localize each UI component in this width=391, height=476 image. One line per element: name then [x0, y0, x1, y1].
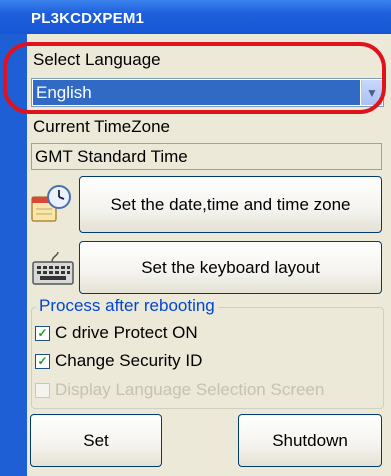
checkbox-checked-icon[interactable]: ✓	[35, 353, 50, 369]
checkbox-checked-icon[interactable]: ✓	[35, 325, 50, 341]
checkbox-c-drive-protect[interactable]: ✓ C drive Protect ON	[35, 323, 198, 343]
app-window: PL3KCDXPEM1 Select Language English ▼ Cu…	[0, 0, 391, 476]
set-button[interactable]: Set	[30, 414, 162, 467]
checkbox-label: Display Language Selection Screen	[55, 380, 325, 399]
checkbox-change-security-id[interactable]: ✓ Change Security ID	[35, 351, 202, 371]
shutdown-button[interactable]: Shutdown	[238, 414, 382, 467]
chevron-down-icon[interactable]: ▼	[361, 80, 382, 105]
timezone-field: GMT Standard Time	[31, 143, 382, 170]
keyboard-icon	[30, 248, 76, 288]
group-legend: Process after rebooting	[36, 296, 218, 316]
language-select-value: English	[33, 80, 360, 105]
select-language-label: Select Language	[33, 50, 161, 69]
clock-calendar-icon	[30, 183, 74, 227]
checkbox-label: C drive Protect ON	[55, 323, 198, 342]
language-select[interactable]: English ▼	[31, 78, 384, 107]
checkbox-display-language-selection: Display Language Selection Screen	[35, 380, 324, 400]
set-keyboard-layout-button[interactable]: Set the keyboard layout	[79, 241, 382, 294]
window-frame-left	[0, 34, 27, 476]
checkbox-label: Change Security ID	[55, 351, 203, 370]
set-datetime-button[interactable]: Set the date,time and time zone	[79, 176, 382, 233]
title-bar[interactable]: PL3KCDXPEM1	[0, 0, 391, 34]
current-timezone-label: Current TimeZone	[33, 117, 170, 136]
checkbox-unchecked-icon	[35, 382, 50, 398]
window-title: PL3KCDXPEM1	[31, 10, 145, 27]
